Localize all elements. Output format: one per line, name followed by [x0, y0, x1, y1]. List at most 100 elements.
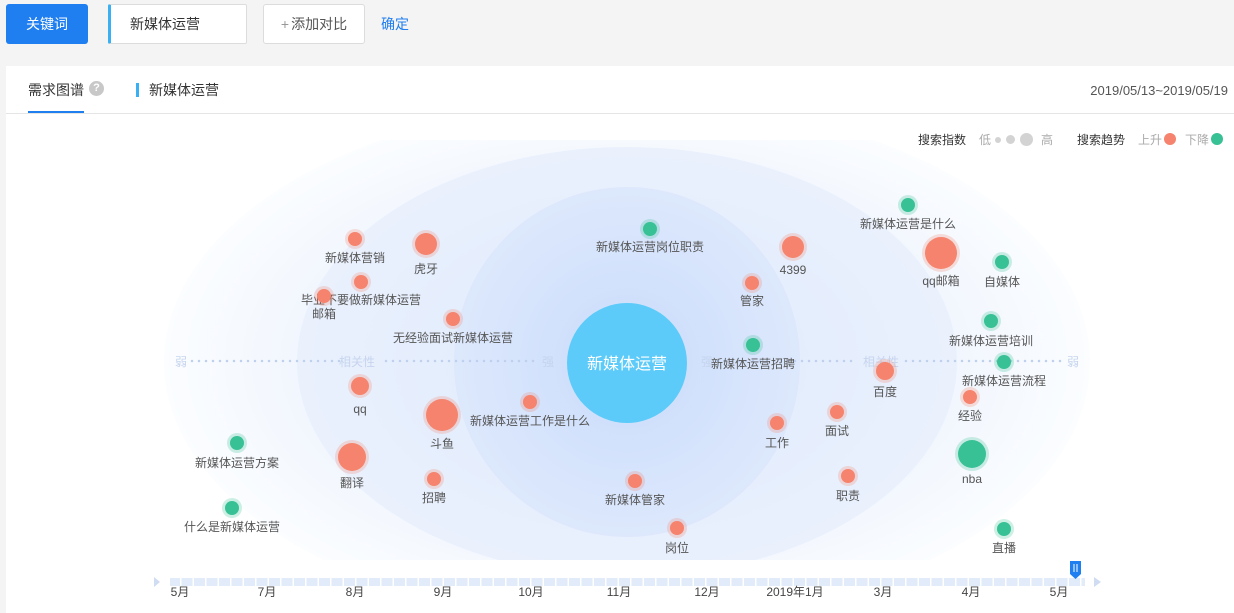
timeline-segment-gap — [930, 578, 932, 586]
bubble-label[interactable]: 邮箱 — [312, 306, 336, 321]
timeline-segment-gap — [955, 578, 957, 586]
timeline-segment-gap — [917, 578, 919, 586]
timeline-segment-gap — [730, 578, 732, 586]
timeline-segment-gap — [742, 578, 744, 586]
bubble-label[interactable]: qq — [353, 402, 366, 416]
timeline-segment-gap — [380, 578, 382, 586]
bubble-label[interactable]: 新媒体运营流程 — [962, 373, 1046, 388]
bubble-label[interactable]: 翻译 — [340, 476, 364, 490]
bubble-label[interactable]: 新媒体管家 — [605, 492, 665, 507]
timeline-segment-gap — [1005, 578, 1007, 586]
timeline-tick-label: 12月 — [694, 585, 719, 599]
axis-label-strong-left: 强 — [542, 355, 554, 369]
bubble-node[interactable] — [997, 522, 1011, 536]
bubble-node[interactable] — [925, 237, 957, 269]
bubble-node[interactable] — [338, 443, 366, 471]
bubble-label[interactable]: 管家 — [740, 293, 764, 308]
bubble-label[interactable]: 新媒体运营方案 — [195, 455, 279, 470]
timeline-slider-handle[interactable] — [1070, 561, 1081, 579]
bubble-label[interactable]: 新媒体运营培训 — [949, 333, 1033, 348]
demand-graph-chart: 弱 相关性 强 强 相关性 弱 新媒体运营 新媒体运营岗位职责新媒体运营是什么新… — [154, 140, 1101, 599]
bubble-node[interactable] — [354, 275, 368, 289]
timeline-segment-gap — [867, 578, 869, 586]
bubble-node[interactable] — [841, 469, 855, 483]
axis-label-weak-right: 弱 — [1067, 355, 1079, 369]
timeline-tick-label: 7月 — [258, 585, 277, 599]
timeline-segment-gap — [855, 578, 857, 586]
bubble-label[interactable]: 百度 — [873, 384, 897, 399]
timeline-segment-gap — [755, 578, 757, 586]
bubble-label[interactable]: 工作 — [765, 436, 789, 450]
bubble-label[interactable]: 无经验面试新媒体运营 — [393, 330, 513, 345]
bubble-node[interactable] — [670, 521, 684, 535]
bubble-label[interactable]: 岗位 — [665, 540, 689, 555]
bubble-label[interactable]: 新媒体运营岗位职责 — [596, 239, 704, 254]
bubble-node[interactable] — [746, 338, 760, 352]
timeline-right-arrow-icon[interactable] — [1094, 577, 1101, 587]
bubble-label[interactable]: 面试 — [825, 423, 849, 438]
bubble-node[interactable] — [958, 440, 986, 468]
bubble-label[interactable]: 斗鱼 — [430, 437, 454, 451]
bubble-node[interactable] — [523, 395, 537, 409]
bubble-node[interactable] — [351, 377, 369, 395]
bubble-label[interactable]: 直播 — [992, 541, 1016, 555]
timeline-segment-gap — [680, 578, 682, 586]
axis-label-relevance-left: 相关性 — [339, 355, 375, 369]
bubble-node[interactable] — [745, 276, 759, 290]
bubble-node[interactable] — [997, 355, 1011, 369]
timeline-left-arrow-icon[interactable] — [154, 577, 160, 587]
bubble-label[interactable]: 职责 — [836, 489, 860, 503]
bubble-node[interactable] — [415, 233, 437, 255]
timeline-segment-gap — [480, 578, 482, 586]
bubble-node[interactable] — [901, 198, 915, 212]
center-keyword-label: 新媒体运营 — [587, 355, 667, 373]
timeline-segment-gap — [1092, 578, 1094, 586]
bubble-label[interactable]: 新媒体运营是什么 — [860, 216, 956, 231]
timeline-tick-label: 2019年1月 — [766, 585, 823, 599]
bubble-label[interactable]: qq邮箱 — [922, 273, 959, 288]
bubble-node[interactable] — [446, 312, 460, 326]
bubble-node[interactable] — [963, 390, 977, 404]
timeline-tick-label: 3月 — [874, 585, 893, 599]
timeline-segment-gap — [905, 578, 907, 586]
timeline-segment-gap — [205, 578, 207, 586]
bubble-label[interactable]: 什么是新媒体运营 — [184, 519, 280, 534]
timeline-segment-gap — [242, 578, 244, 586]
bubble-node[interactable] — [427, 472, 441, 486]
bubble-node[interactable] — [984, 314, 998, 328]
bubble-node[interactable] — [995, 255, 1009, 269]
timeline-tick-label: 5月 — [171, 585, 190, 599]
bubble-node[interactable] — [770, 416, 784, 430]
bubble-node[interactable] — [426, 399, 458, 431]
bubble-label[interactable]: 招聘 — [422, 491, 446, 505]
timeline-segment-gap — [492, 578, 494, 586]
timeline-tick-label: 11月 — [607, 585, 631, 599]
timeline-segment-gap — [342, 578, 344, 586]
bubble-node[interactable] — [782, 236, 804, 258]
axis-label-weak-left: 弱 — [175, 355, 187, 369]
timeline-tick-label: 9月 — [434, 585, 453, 599]
bubble-label[interactable]: nba — [962, 472, 982, 486]
timeline: 5月 7月 8月 9月 10月 11月 12月 2019年1月 3月 4月 5月 — [154, 561, 1101, 599]
timeline-segment-gap — [217, 578, 219, 586]
bubble-label[interactable]: 新媒体运营招聘 — [711, 356, 795, 371]
bubble-label[interactable]: 经验 — [958, 408, 982, 423]
timeline-segment-gap — [505, 578, 507, 586]
bubble-node[interactable] — [830, 405, 844, 419]
timeline-segment-gap — [430, 578, 432, 586]
bubble-node[interactable] — [348, 232, 362, 246]
bubble-node[interactable] — [317, 289, 331, 303]
bubble-label[interactable]: 4399 — [780, 263, 807, 277]
bubble-label[interactable]: 自媒体 — [984, 275, 1020, 289]
timeline-segment-gap — [592, 578, 594, 586]
bubble-label[interactable]: 虎牙 — [414, 262, 438, 276]
bubble-node[interactable] — [230, 436, 244, 450]
bubble-node[interactable] — [876, 362, 894, 380]
timeline-segment-gap — [417, 578, 419, 586]
bubble-node[interactable] — [628, 474, 642, 488]
bubble-label[interactable]: 新媒体营销 — [325, 250, 385, 265]
bubble-label[interactable]: 新媒体运营工作是什么 — [470, 413, 590, 428]
timeline-segment-gap — [405, 578, 407, 586]
bubble-node[interactable] — [225, 501, 239, 515]
bubble-node[interactable] — [643, 222, 657, 236]
